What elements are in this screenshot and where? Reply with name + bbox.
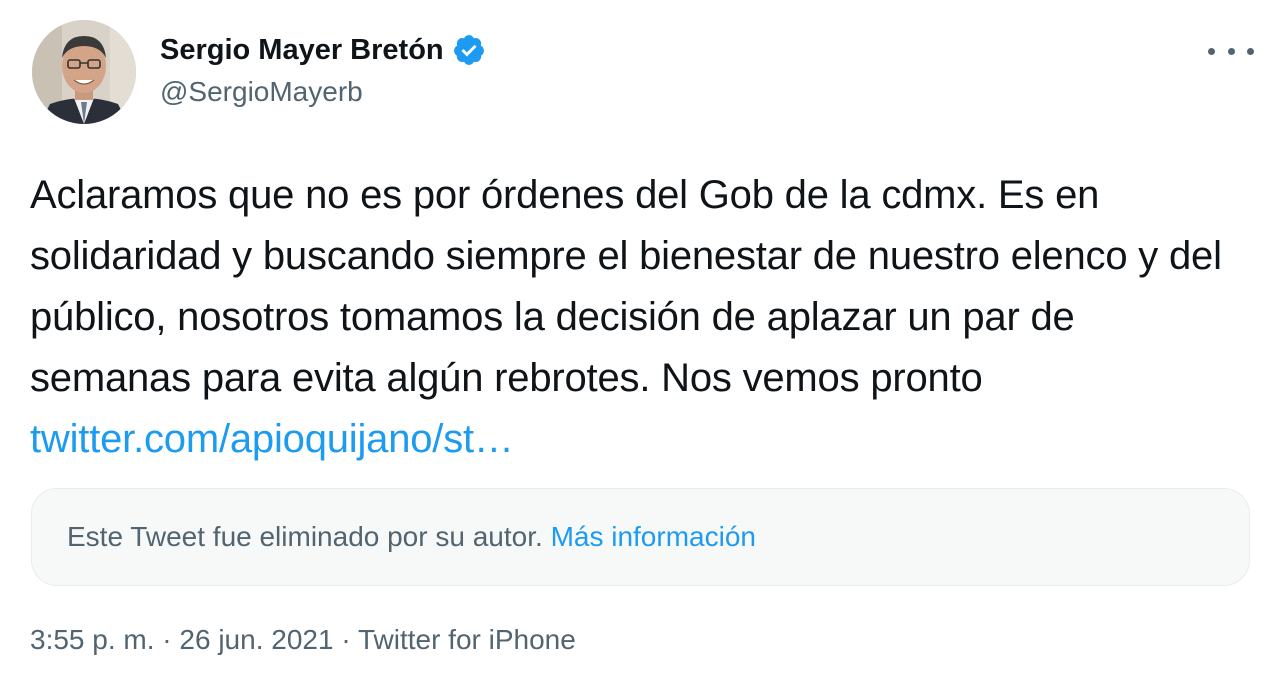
tweet-time[interactable]: 3:55 p. m. xyxy=(30,624,155,655)
display-name-row: Sergio Mayer Bretón xyxy=(160,30,486,70)
verified-badge-icon xyxy=(452,33,486,67)
more-options-icon[interactable] xyxy=(1208,36,1254,66)
user-handle[interactable]: @SergioMayerb xyxy=(160,76,486,108)
more-dot xyxy=(1247,47,1254,55)
quoted-tweet-card: Este Tweet fue eliminado por su autor. M… xyxy=(31,488,1250,586)
avatar-photo xyxy=(32,20,136,124)
tweet-metadata: 3:55 p. m. · 26 jun. 2021 · Twitter for … xyxy=(30,624,576,656)
more-dot xyxy=(1227,47,1235,55)
user-info: Sergio Mayer Bretón @SergioMayerb xyxy=(160,30,486,108)
more-dot xyxy=(1208,47,1215,55)
tweet-source[interactable]: Twitter for iPhone xyxy=(358,624,576,655)
deleted-message: Este Tweet fue eliminado por su autor. xyxy=(67,521,543,552)
more-info-link[interactable]: Más información xyxy=(551,521,756,552)
tweet-date[interactable]: 26 jun. 2021 xyxy=(179,624,333,655)
tweet-body: Aclaramos que no es por órdenes del Gob … xyxy=(30,173,1222,400)
tweet-text: Aclaramos que no es por órdenes del Gob … xyxy=(30,165,1240,470)
deleted-notice: Este Tweet fue eliminado por su autor. M… xyxy=(67,521,756,553)
display-name[interactable]: Sergio Mayer Bretón xyxy=(160,34,444,67)
tweet: Sergio Mayer Bretón @SergioMayerb Aclara… xyxy=(0,0,1280,697)
tweet-link[interactable]: twitter.com/apioquijano/st… xyxy=(30,417,514,461)
avatar[interactable] xyxy=(32,20,136,124)
meta-separator: · xyxy=(333,624,358,655)
meta-separator: · xyxy=(154,624,180,655)
